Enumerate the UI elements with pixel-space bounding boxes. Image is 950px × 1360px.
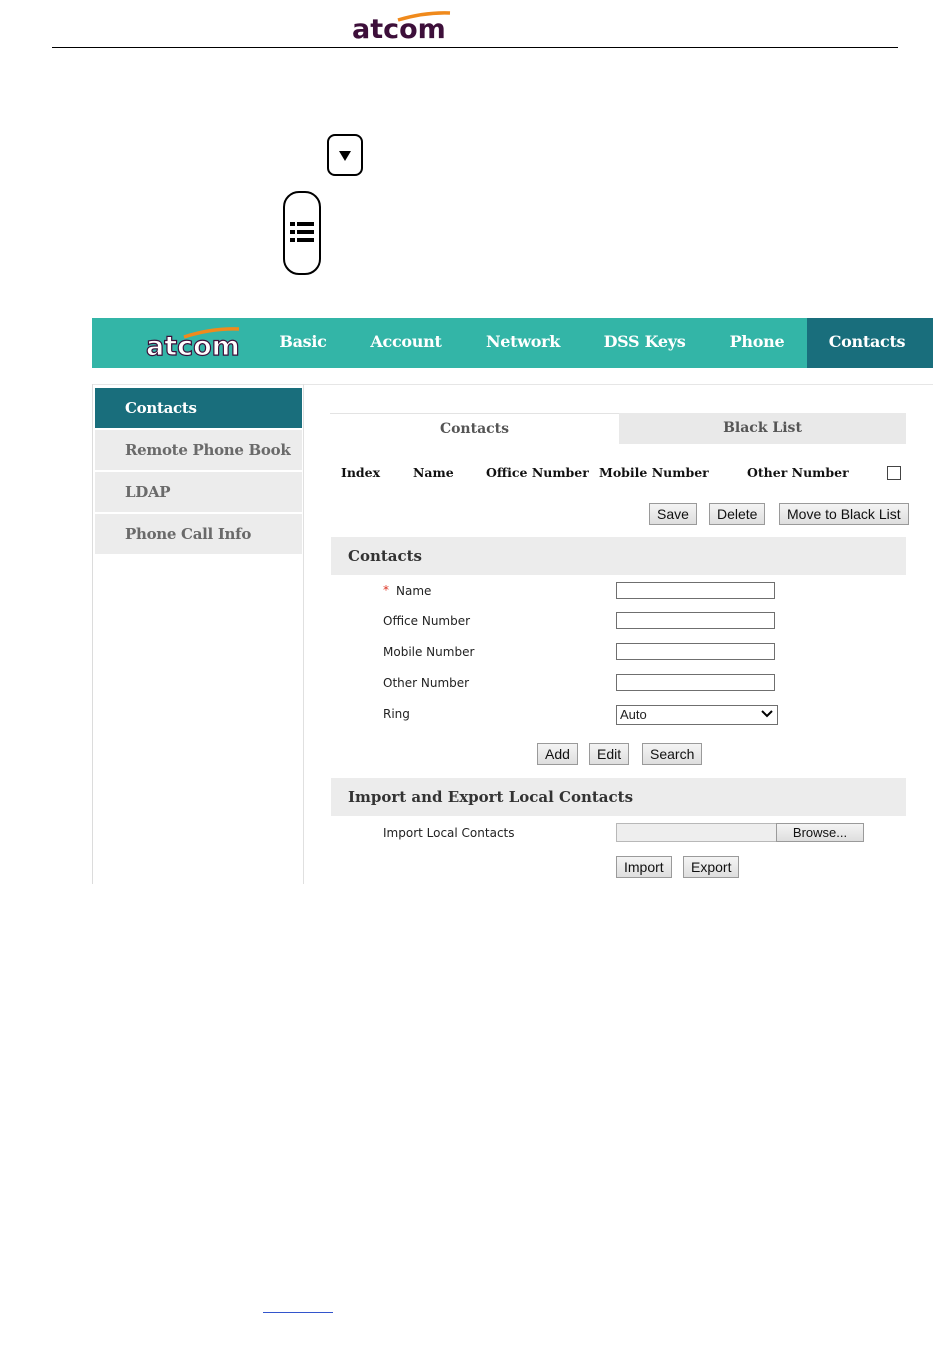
other-number-input[interactable] (616, 674, 775, 691)
sidebar-item-contacts[interactable]: Contacts (95, 388, 302, 428)
content-divider (92, 384, 933, 385)
add-button[interactable]: Add (537, 743, 578, 765)
column-header-other-number: Other Number (747, 465, 849, 480)
ring-select[interactable]: Auto (616, 705, 778, 725)
sidebar-item-remote-phone-book[interactable]: Remote Phone Book (95, 430, 302, 470)
nav-end-divider (927, 318, 933, 368)
name-label: Name (396, 584, 432, 598)
column-header-office-number: Office Number (486, 465, 589, 480)
import-local-contacts-label: Import Local Contacts (383, 826, 515, 840)
header-rule (52, 47, 898, 48)
sidebar-item-phone-call-info[interactable]: Phone Call Info (95, 514, 302, 554)
ring-label: Ring (383, 707, 410, 721)
other-number-label: Other Number (383, 676, 470, 690)
mobile-number-label: Mobile Number (383, 645, 475, 659)
import-export-section-header: Import and Export Local Contacts (331, 778, 906, 816)
nav-tab-account[interactable]: Account (362, 318, 450, 368)
down-arrow-key-icon (327, 134, 363, 176)
nav-tab-contacts[interactable]: Contacts (807, 318, 927, 368)
import-file-path-field[interactable] (616, 823, 777, 842)
import-button[interactable]: Import (616, 856, 672, 878)
nav-tab-basic[interactable]: Basic (264, 318, 342, 368)
mobile-number-input[interactable] (616, 643, 775, 660)
office-number-label: Office Number (383, 614, 471, 628)
export-button[interactable]: Export (683, 856, 740, 878)
required-marker: * (383, 583, 389, 597)
footer-link[interactable] (263, 1312, 333, 1313)
sidebar-left-border (92, 384, 93, 884)
menu-list-key-icon (283, 191, 321, 275)
subtab-black-list[interactable]: Black List (619, 413, 906, 444)
atcom-document-logo: atcom (352, 11, 451, 44)
edit-button[interactable]: Edit (589, 743, 630, 765)
browse-button[interactable]: Browse... (776, 823, 864, 842)
sidebar-right-border (303, 384, 304, 884)
column-header-mobile-number: Mobile Number (599, 465, 709, 480)
subtab-contacts[interactable]: Contacts (330, 413, 619, 445)
ring-selected-value: Auto (620, 707, 647, 722)
save-button[interactable]: Save (649, 503, 697, 525)
search-button[interactable]: Search (642, 743, 703, 765)
chevron-down-icon (761, 710, 773, 718)
contacts-section-header: Contacts (331, 537, 906, 575)
move-to-black-list-button[interactable]: Move to Black List (779, 503, 909, 525)
column-header-name: Name (413, 465, 454, 480)
atcom-nav-logo[interactable]: atcom (144, 325, 244, 361)
nav-tab-dss-keys[interactable]: DSS Keys (592, 318, 697, 368)
delete-button[interactable]: Delete (709, 503, 766, 525)
top-navigation-bar: atcom Basic Account Network DSS Keys Pho… (92, 318, 933, 368)
column-header-index: Index (341, 465, 381, 480)
sidebar-item-ldap[interactable]: LDAP (95, 472, 302, 512)
office-number-input[interactable] (616, 612, 775, 629)
select-all-checkbox[interactable] (887, 466, 901, 480)
name-input[interactable] (616, 582, 775, 599)
nav-tab-phone[interactable]: Phone (714, 318, 800, 368)
nav-tab-network[interactable]: Network (473, 318, 573, 368)
